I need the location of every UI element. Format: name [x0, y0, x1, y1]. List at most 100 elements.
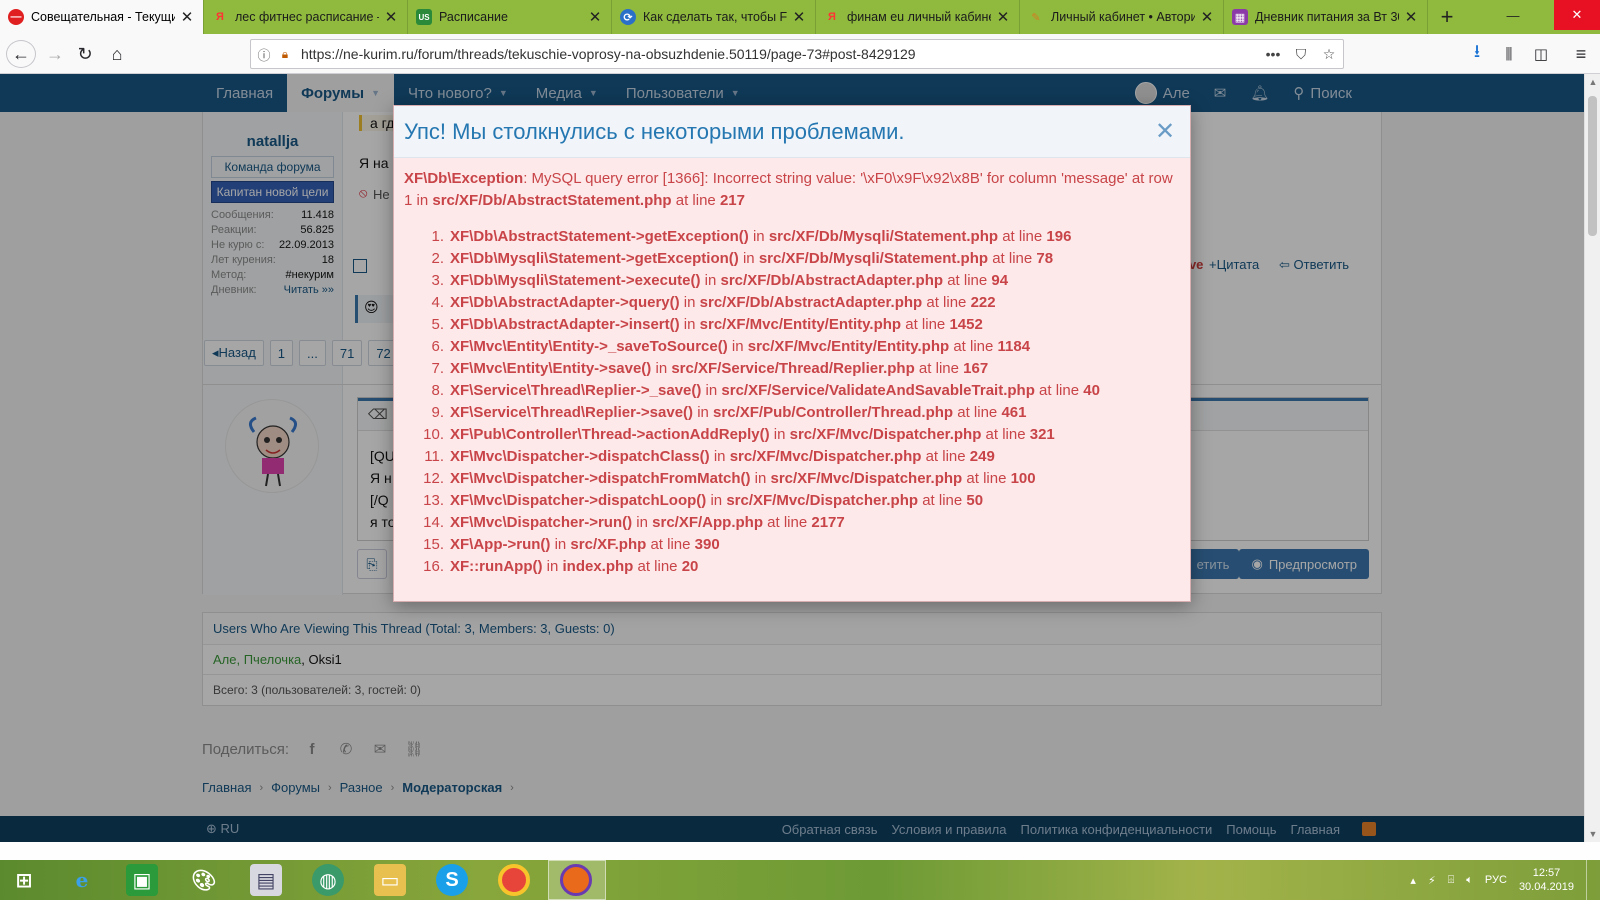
- windows-start-icon[interactable]: ⊞: [8, 864, 40, 896]
- stack-trace-item: 9. XF\Service\Thread\Replier->save() in s…: [404, 402, 1180, 424]
- trace-file: src/XF/App.php: [652, 514, 763, 531]
- volume-icon[interactable]: 🔈︎: [1466, 874, 1473, 887]
- stack-trace-item: 7. XF\Mvc\Entity\Entity->save() in src/XF…: [404, 358, 1180, 380]
- browser-tab[interactable]: Я финам eu личный кабинет ✕: [816, 0, 1020, 34]
- trace-number: 12.: [423, 470, 444, 487]
- globe-app-icon[interactable]: ◍: [312, 864, 344, 896]
- menu-icon[interactable]: ≡: [1566, 40, 1596, 68]
- close-tab-icon[interactable]: ✕: [383, 8, 399, 26]
- trace-line: 196: [1046, 228, 1072, 245]
- trace-number: 6.: [431, 338, 444, 355]
- close-tab-icon[interactable]: ✕: [587, 8, 603, 26]
- scroll-up-icon[interactable]: ▲: [1585, 74, 1600, 90]
- power-icon[interactable]: ⚡︎: [1428, 874, 1436, 887]
- trace-function: XF\Mvc\Dispatcher->dispatchClass(): [450, 448, 710, 465]
- browser-tab[interactable]: ✎ Личный кабинет • Автори ✕: [1020, 0, 1224, 34]
- network-icon[interactable]: ⌹: [1448, 874, 1455, 887]
- trace-line: 167: [963, 360, 989, 377]
- close-window-icon[interactable]: ✕: [1554, 0, 1600, 30]
- close-tab-icon[interactable]: ✕: [179, 8, 195, 26]
- trace-number: 8.: [431, 382, 444, 399]
- trace-function: XF\Mvc\Dispatcher->run(): [450, 514, 633, 531]
- error-overlay-header: Упс! Мы столкнулись с некоторыми проблем…: [394, 106, 1190, 158]
- trace-number: 5.: [431, 316, 444, 333]
- reload-icon[interactable]: ↻: [70, 40, 100, 68]
- trace-text: XF\Mvc\Dispatcher->dispatchFromMatch() i…: [450, 468, 1036, 490]
- trace-in-text: in: [727, 338, 748, 355]
- trace-number: 7.: [431, 360, 444, 377]
- trace-line: 94: [991, 272, 1009, 289]
- close-icon[interactable]: ✕: [1150, 117, 1180, 146]
- new-tab-button[interactable]: +: [1428, 0, 1466, 34]
- yandex-icon: Я: [828, 11, 836, 23]
- trace-line: 461: [1001, 404, 1027, 421]
- scrollbar-thumb[interactable]: [1588, 96, 1597, 236]
- skype-icon[interactable]: S: [436, 864, 468, 896]
- stack-trace-item: 3. XF\Db\Mysqli\Statement->execute() in s…: [404, 270, 1180, 292]
- trace-at-line-text: at line: [633, 558, 682, 575]
- page-actions-icon[interactable]: •••: [1259, 46, 1287, 62]
- library-icon[interactable]: ⫼: [1494, 40, 1524, 68]
- close-tab-icon[interactable]: ✕: [1199, 8, 1215, 26]
- forward-icon[interactable]: →: [40, 40, 70, 68]
- download-icon[interactable]: ⭳: [1462, 40, 1492, 68]
- info-icon[interactable]: ⓘ: [251, 45, 277, 64]
- browser-tab[interactable]: Я лес фитнес расписание — ✕: [204, 0, 408, 34]
- browser-tab[interactable]: ▦ Дневник питания за Вт 30 ✕: [1224, 0, 1428, 34]
- trace-file: src/XF/Db/AbstractAdapter.php: [720, 272, 944, 289]
- clock[interactable]: 12:57 30.04.2019: [1519, 866, 1574, 894]
- trace-in-text: in: [709, 448, 730, 465]
- trace-text: XF\Mvc\Dispatcher->run() in src/XF/App.p…: [450, 512, 845, 534]
- trace-number: 15.: [423, 536, 444, 553]
- chrome-icon[interactable]: [498, 864, 530, 896]
- paint-icon[interactable]: 🎨︎: [188, 864, 220, 896]
- page-scrollbar[interactable]: ▲ ▼: [1584, 74, 1600, 842]
- close-tab-icon[interactable]: ✕: [791, 8, 807, 26]
- internet-explorer-icon[interactable]: e: [66, 864, 98, 896]
- language-indicator[interactable]: РУС: [1485, 874, 1507, 886]
- stack-trace-item: 13. XF\Mvc\Dispatcher->dispatchLoop() in …: [404, 490, 1180, 512]
- trace-line: 50: [966, 492, 984, 509]
- trace-file: index.php: [562, 558, 634, 575]
- store-icon[interactable]: ▣: [126, 864, 158, 896]
- pocket-icon[interactable]: ⛉: [1287, 46, 1315, 63]
- browser-nav-bar: ← → ↻ ⌂ ⓘ 🔒︎ https://ne-kurim.ru/forum/t…: [0, 34, 1600, 74]
- trace-text: XF\Mvc\Entity\Entity->save() in src/XF/S…: [450, 358, 988, 380]
- trace-in-text: in: [632, 514, 653, 531]
- browser-tab[interactable]: ⟳ Как сделать так, чтобы Fir ✕: [612, 0, 816, 34]
- file-explorer-icon[interactable]: ▭: [374, 864, 406, 896]
- tab-title: Личный кабинет • Автори: [1051, 10, 1195, 24]
- trace-file: src/XF/Db/Mysqli/Statement.php: [768, 228, 999, 245]
- trace-function: XF\Pub\Controller\Thread->actionAddReply…: [450, 426, 770, 443]
- firefox-icon[interactable]: [560, 864, 592, 896]
- trace-file: src/XF/Mvc/Dispatcher.php: [726, 492, 919, 509]
- trace-text: XF\Db\AbstractAdapter->query() in src/XF…: [450, 292, 996, 314]
- scroll-down-icon[interactable]: ▼: [1585, 826, 1600, 842]
- calculator-icon[interactable]: ▤: [250, 864, 282, 896]
- close-tab-icon[interactable]: ✕: [995, 8, 1011, 26]
- lock-warning-icon[interactable]: 🔒︎: [277, 47, 293, 62]
- bookmark-star-icon[interactable]: ☆: [1315, 46, 1343, 63]
- home-icon[interactable]: ⌂: [102, 40, 132, 68]
- minimize-icon[interactable]: —: [1490, 0, 1536, 30]
- sidebar-icon[interactable]: ◫: [1526, 40, 1556, 68]
- trace-at-line-text: at line: [901, 316, 950, 333]
- trace-text: XF\Mvc\Dispatcher->dispatchLoop() in src…: [450, 490, 983, 512]
- trace-at-line-text: at line: [646, 536, 695, 553]
- chevron-up-icon[interactable]: ▴: [1410, 874, 1416, 887]
- trace-in-text: in: [701, 382, 722, 399]
- site-icon: ▦: [1232, 9, 1248, 25]
- url-text[interactable]: https://ne-kurim.ru/forum/threads/tekusc…: [293, 46, 1259, 62]
- trace-file: src/XF/Mvc/Dispatcher.php: [729, 448, 922, 465]
- trace-function: XF\Mvc\Dispatcher->dispatchFromMatch(): [450, 470, 751, 487]
- browser-tab[interactable]: — Совещательная - Текущие ✕: [0, 0, 204, 34]
- trace-text: XF\Mvc\Entity\Entity->_saveToSource() in…: [450, 336, 1030, 358]
- browser-tab[interactable]: US Расписание ✕: [408, 0, 612, 34]
- trace-number: 13.: [423, 492, 444, 509]
- trace-text: XF\Db\Mysqli\Statement->getException() i…: [450, 248, 1053, 270]
- show-desktop-button[interactable]: [1586, 860, 1592, 900]
- close-tab-icon[interactable]: ✕: [1403, 8, 1419, 26]
- back-icon[interactable]: ←: [6, 40, 36, 68]
- url-bar[interactable]: ⓘ 🔒︎ https://ne-kurim.ru/forum/threads/t…: [250, 39, 1344, 69]
- trace-function: XF\Mvc\Entity\Entity->save(): [450, 360, 652, 377]
